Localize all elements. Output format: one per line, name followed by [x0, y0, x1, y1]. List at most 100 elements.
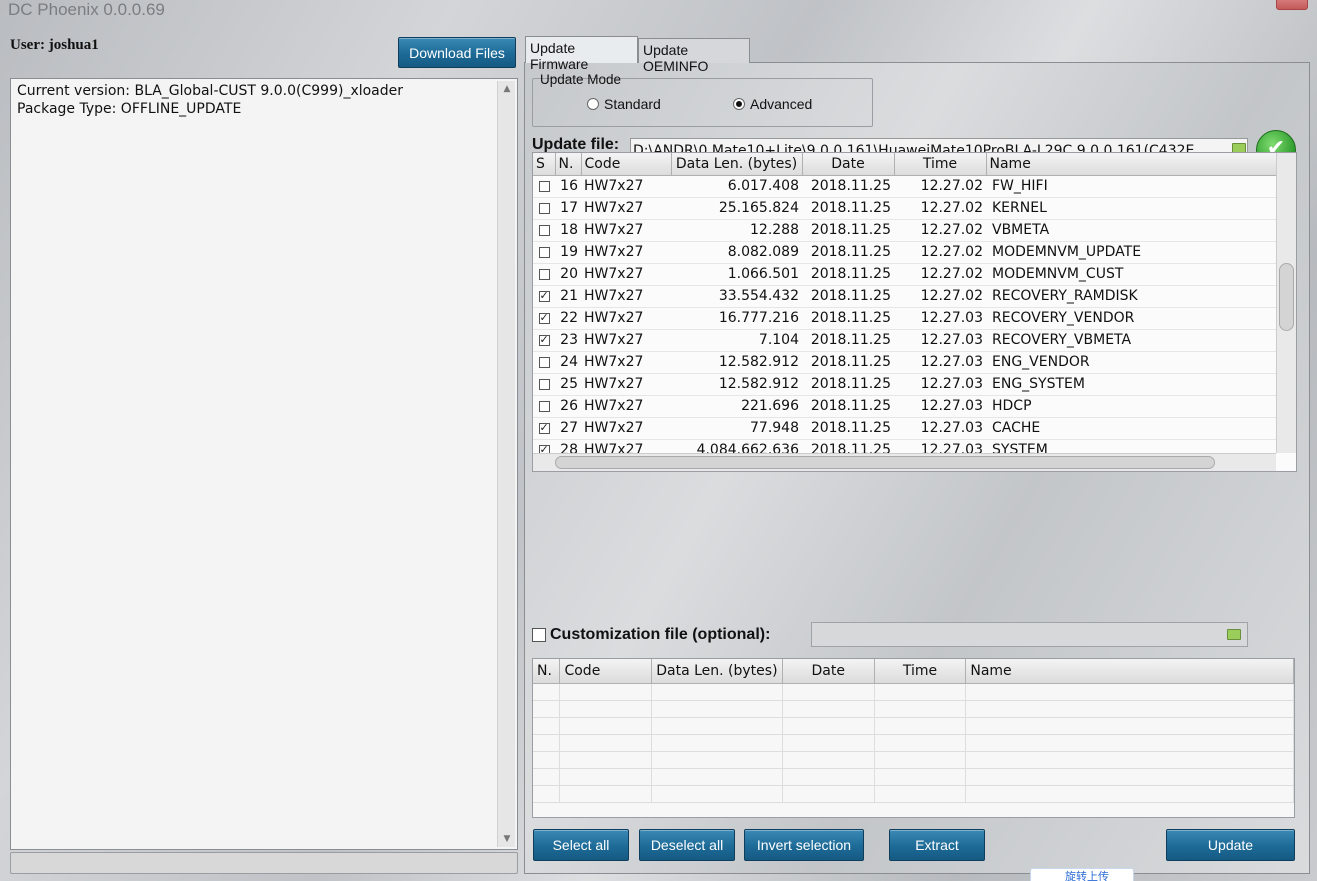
column-header[interactable]: Code	[559, 659, 653, 684]
cell-time: 12.27.03	[894, 307, 986, 330]
cell-date: 2018.11.25	[802, 197, 894, 220]
row-checkbox[interactable]	[538, 333, 550, 346]
row-checkbox[interactable]	[538, 289, 550, 302]
tab-update-oeminfo[interactable]: Update OEMINFO	[638, 38, 750, 74]
table-row[interactable]: 16 HW7x27 6.017.408 2018.11.25 12.27.02 FW_HI…	[533, 175, 1276, 198]
table-row[interactable]: 17 HW7x27 25.165.824 2018.11.25 12.27.02 KERN…	[533, 197, 1276, 220]
column-header[interactable]: S	[533, 153, 556, 176]
table-row[interactable]: 24 HW7x27 12.582.912 2018.11.25 12.27.03 ENG_…	[533, 351, 1276, 374]
cell-n: 23	[555, 329, 581, 352]
column-header[interactable]: Data Len. (bytes)	[671, 153, 803, 176]
checkbox-icon[interactable]	[532, 628, 546, 642]
cell-n: 24	[555, 351, 581, 374]
row-checkbox[interactable]	[538, 356, 550, 368]
row-checkbox[interactable]	[538, 311, 550, 324]
column-header[interactable]: Name	[986, 153, 1277, 176]
row-checkbox[interactable]	[538, 378, 550, 390]
customization-table[interactable]: N. Code Data Len. (bytes) Date Time Name	[532, 658, 1295, 818]
row-checkbox[interactable]	[538, 202, 550, 214]
customization-file-input[interactable]	[811, 622, 1248, 647]
cell-date: 2018.11.25	[802, 351, 894, 374]
table-row[interactable]: 18 HW7x27 12.288 2018.11.25 12.27.02 VBMETA	[533, 219, 1276, 242]
table-row[interactable]	[533, 700, 1294, 718]
cell-code: HW7x27	[581, 417, 671, 440]
column-header[interactable]: N.	[533, 659, 561, 684]
empty-cell	[874, 683, 967, 701]
table-row[interactable]: 26 HW7x27 221.696 2018.11.25 12.27.03 HDCP	[533, 395, 1276, 418]
upload-tag[interactable]: 旋转上传	[1030, 868, 1134, 881]
cell-name: RECOVERY_VBMETA	[986, 329, 1276, 352]
radio-standard-icon[interactable]	[587, 98, 599, 110]
empty-cell	[651, 683, 783, 701]
select-all-button[interactable]: Select all	[533, 829, 629, 861]
cell-date: 2018.11.25	[802, 417, 894, 440]
scroll-down-icon[interactable]: ▼	[498, 831, 516, 847]
cell-n: 18	[555, 219, 581, 242]
row-checkbox[interactable]	[538, 421, 550, 434]
invert-selection-button[interactable]: Invert selection	[744, 829, 864, 861]
log-panel[interactable]: Current version: BLA_Global-CUST 9.0.0(C…	[10, 78, 518, 850]
radio-advanced-icon[interactable]	[733, 98, 745, 110]
table-row[interactable]: 20 HW7x27 1.066.501 2018.11.25 12.27.02 MODEM…	[533, 263, 1276, 286]
cell-time: 12.27.02	[894, 197, 986, 220]
table-row[interactable]: 19 HW7x27 8.082.089 2018.11.25 12.27.02 MODEM…	[533, 241, 1276, 264]
column-header[interactable]: Date	[782, 659, 875, 684]
column-header[interactable]: Time	[874, 659, 967, 684]
cell-date: 2018.11.25	[802, 241, 894, 264]
column-header[interactable]: Code	[581, 153, 672, 176]
deselect-all-button[interactable]: Deselect all	[639, 829, 735, 861]
empty-cell	[965, 717, 1294, 735]
empty-cell	[965, 683, 1294, 701]
log-line: Current version: BLA_Global-CUST 9.0.0(C…	[17, 83, 404, 99]
column-header[interactable]: Data Len. (bytes)	[651, 659, 783, 684]
column-header[interactable]: N.	[555, 153, 582, 176]
close-button[interactable]	[1276, 0, 1308, 10]
empty-cell	[874, 768, 967, 786]
empty-cell	[559, 683, 653, 701]
empty-cell	[782, 785, 875, 803]
scroll-up-icon[interactable]: ▲	[498, 81, 516, 97]
radio-advanced[interactable]: Advanced	[733, 96, 812, 112]
table-row[interactable]	[533, 683, 1294, 701]
tab-update-firmware[interactable]: Update Firmware	[525, 36, 638, 72]
empty-cell	[651, 751, 783, 769]
column-header[interactable]: Name	[965, 659, 1294, 684]
customization-label: Customization file (optional):	[550, 626, 771, 643]
log-line: Package Type: OFFLINE_UPDATE	[17, 101, 242, 117]
row-checkbox[interactable]	[538, 400, 550, 412]
table-row[interactable]: 25 HW7x27 12.582.912 2018.11.25 12.27.03 ENG_…	[533, 373, 1276, 396]
column-header[interactable]: Time	[894, 153, 987, 176]
table-row[interactable]	[533, 785, 1294, 803]
table-row[interactable]: 21HW7x2733.554.4322018.11.2512.27.02RECO…	[533, 285, 1276, 308]
radio-standard[interactable]: Standard	[587, 96, 661, 112]
firmware-table[interactable]: S N. Code Data Len. (bytes) Date Time Name 16 H…	[532, 152, 1297, 472]
window-title: DC Phoenix 0.0.0.69	[8, 0, 165, 19]
table-row[interactable]: 23HW7x277.1042018.11.2512.27.03RECOVERY_…	[533, 329, 1276, 352]
table-row[interactable]: 22HW7x2716.777.2162018.11.2512.27.03RECO…	[533, 307, 1276, 330]
table-vertical-scrollbar[interactable]	[1276, 153, 1296, 453]
scroll-thumb[interactable]	[1279, 263, 1294, 331]
table-row[interactable]	[533, 751, 1294, 769]
table-horizontal-scrollbar[interactable]	[533, 453, 1276, 471]
empty-cell	[533, 768, 561, 786]
empty-cell	[782, 751, 875, 769]
row-checkbox[interactable]	[538, 268, 550, 280]
scroll-thumb-horizontal[interactable]	[555, 456, 1215, 469]
column-header[interactable]: Date	[802, 153, 895, 176]
empty-cell	[782, 700, 875, 718]
table-row[interactable]	[533, 768, 1294, 786]
customization-checkbox[interactable]: Customization file (optional):	[532, 626, 770, 644]
table-row[interactable]: 27HW7x2777.9482018.11.2512.27.03CACHE	[533, 417, 1276, 440]
folder-icon[interactable]	[1227, 629, 1241, 640]
row-checkbox[interactable]	[538, 224, 550, 236]
table-row[interactable]	[533, 717, 1294, 735]
row-checkbox[interactable]	[538, 180, 550, 192]
table-row[interactable]	[533, 734, 1294, 752]
row-checkbox[interactable]	[538, 246, 550, 258]
empty-cell	[559, 717, 653, 735]
download-files-button[interactable]: Download Files	[398, 37, 516, 68]
update-button[interactable]: Update	[1166, 829, 1295, 861]
extract-button[interactable]: Extract	[889, 829, 985, 861]
cell-len: 33.554.432	[671, 285, 802, 308]
log-scrollbar[interactable]: ▲ ▼	[497, 81, 515, 847]
